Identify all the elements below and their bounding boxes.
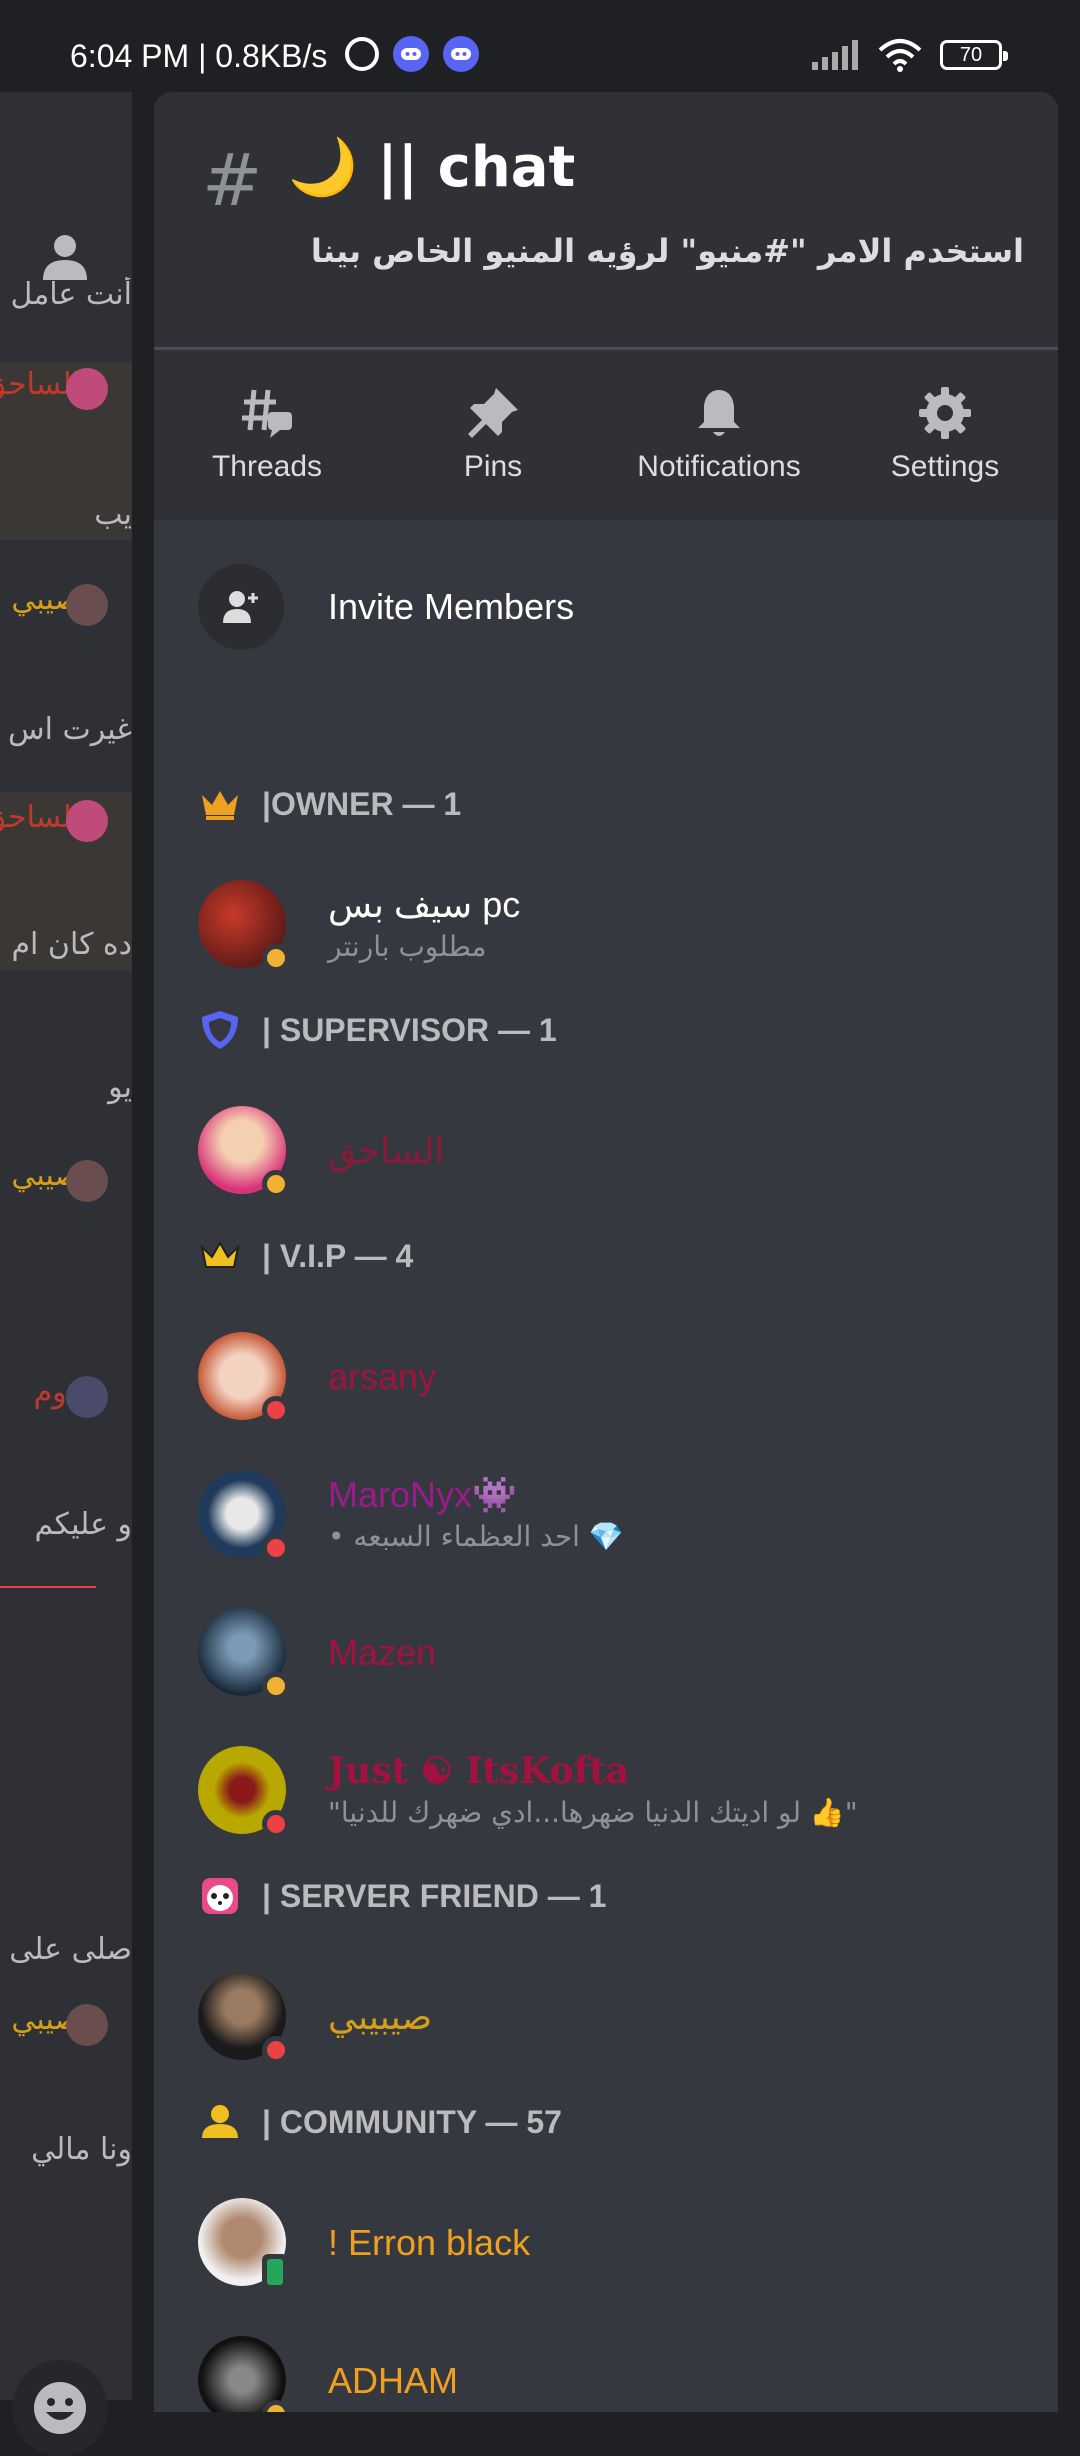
shield-icon [198, 1008, 242, 1052]
new-messages-divider [0, 1586, 96, 1588]
status-dnd-icon [262, 1396, 290, 1424]
smile-icon [34, 2382, 86, 2434]
member-row[interactable]: ! Erron black [198, 2198, 1038, 2294]
pin-icon [468, 388, 518, 438]
signal-icon [812, 40, 858, 70]
invite-members-label: Invite Members [328, 586, 575, 627]
role-section-community: | COMMUNITY — 57 [198, 2100, 562, 2144]
member-row[interactable]: صيبيبي [198, 1972, 1038, 2068]
role-section-label: | COMMUNITY — 57 [262, 2103, 562, 2140]
member-row[interactable]: ADHAM [198, 2336, 1038, 2412]
role-section-label: | V.I.P — 4 [262, 1237, 414, 1274]
message-text: صلى على [9, 1932, 132, 1967]
background-chat-column: أنت عامل الساحق يب صيبي غيرت اس الساحق د… [0, 92, 132, 2456]
threads-label: Threads [211, 450, 323, 483]
member-name: ! Erron black [328, 2222, 531, 2263]
message-text: أنت عامل [10, 277, 132, 312]
message-text: ده كان ام [11, 927, 132, 962]
role-section-owner: |OWNER — 1 [198, 782, 461, 826]
role-section-vip: | V.I.P — 4 [198, 1234, 413, 1278]
member-name: arsany [328, 1356, 437, 1397]
member-status-text: "لو اديتك الدنيا ضهرها...ادي ضهرك للدنيا… [328, 1796, 858, 1829]
channel-header: # 🌙 || chat استخدم الامر "#منيو" لرؤيه ا… [154, 92, 1058, 347]
member-name: ADHAM [328, 2360, 459, 2401]
channel-topic: استخدم الامر "#منيو" لرؤيه المنيو الخاص … [310, 232, 1024, 270]
mobile-status-icon [262, 2254, 288, 2290]
message-text: يو [108, 1070, 132, 1105]
member-name: MaroNyx👾 [328, 1474, 517, 1515]
emoji-button[interactable] [12, 2360, 108, 2456]
member-status-text: • احد العظماء السبعه 💎 [328, 1520, 624, 1553]
status-dnd-icon [262, 2036, 290, 2064]
message-text: غيرت اس [7, 712, 132, 747]
add-user-icon [198, 564, 284, 650]
wifi-icon [878, 39, 922, 72]
member-name: الساحق [328, 1130, 445, 1171]
channel-actions: Threads Pins Notifications Settings [154, 350, 1058, 520]
gear-icon [919, 387, 971, 439]
status-dnd-icon [262, 1534, 290, 1562]
message-text: و عليكم [34, 1507, 132, 1542]
pins-button[interactable]: Pins [380, 350, 606, 520]
member-row[interactable]: سيف بس pc مطلوب بارنتر [198, 880, 1038, 976]
notifications-button[interactable]: Notifications [606, 350, 832, 520]
status-time: 6:04 PM | 0.8KB/s [70, 38, 328, 74]
crown-icon [198, 782, 242, 826]
battery-indicator: 70 [940, 40, 1008, 70]
status-idle-icon [262, 944, 290, 972]
member-name: Mazen [328, 1632, 437, 1673]
threads-button[interactable]: Threads [154, 350, 380, 520]
role-section-server-friend: | SERVER FRIEND — 1 [198, 1874, 606, 1918]
alarm-icon [345, 37, 379, 71]
pins-label: Pins [463, 450, 523, 483]
person-icon [198, 2100, 242, 2144]
status-dnd-icon [262, 1810, 290, 1838]
role-section-label: |OWNER — 1 [262, 785, 462, 822]
member-name: Just ☯ ItsKofta [328, 1750, 630, 1792]
members-icon[interactable] [38, 232, 92, 282]
member-status-text: مطلوب بارنتر [328, 930, 487, 963]
member-row[interactable]: Mazen [198, 1608, 1038, 1704]
channel-info-panel: # 🌙 || chat استخدم الامر "#منيو" لرؤيه ا… [154, 92, 1058, 2412]
settings-button[interactable]: Settings [832, 350, 1058, 520]
crown-outline-icon [198, 1234, 242, 1278]
role-section-label: | SUPERVISOR — 1 [262, 1011, 557, 1048]
avatar [66, 800, 108, 842]
message-text: يب [94, 497, 132, 532]
notifications-label: Notifications [637, 450, 801, 483]
avatar [66, 368, 108, 410]
discord-icon [443, 36, 479, 72]
member-row[interactable]: Just ☯ ItsKofta "لو اديتك الدنيا ضهرها..… [198, 1746, 1038, 1842]
invite-members-button[interactable]: Invite Members [198, 564, 574, 650]
avatar [66, 2004, 108, 2046]
avatar [66, 584, 108, 626]
avatar [66, 1160, 108, 1202]
status-idle-icon [262, 1672, 290, 1700]
member-row[interactable]: MaroNyx👾 • احد العظماء السبعه 💎 [198, 1470, 1038, 1566]
panda-icon [198, 1874, 242, 1918]
status-right-icons: 70 [812, 38, 1008, 72]
member-row[interactable]: الساحق [198, 1106, 1038, 1202]
discord-icon [393, 36, 429, 72]
status-idle-icon [262, 1170, 290, 1198]
status-notification-icons [345, 36, 479, 72]
role-section-supervisor: | SUPERVISOR — 1 [198, 1008, 557, 1052]
hashtag-icon: # [202, 138, 263, 222]
role-section-label: | SERVER FRIEND — 1 [262, 1877, 607, 1914]
threads-icon [242, 389, 292, 438]
message-text: ونا مالي [31, 2132, 132, 2167]
settings-label: Settings [890, 450, 1000, 483]
bell-icon [698, 390, 740, 436]
avatar [66, 1376, 108, 1418]
member-row[interactable]: arsany [198, 1332, 1038, 1428]
channel-name: 🌙 || chat [288, 135, 576, 200]
member-name: صيبيبي [328, 1996, 433, 2037]
member-name: سيف بس pc [328, 884, 521, 925]
